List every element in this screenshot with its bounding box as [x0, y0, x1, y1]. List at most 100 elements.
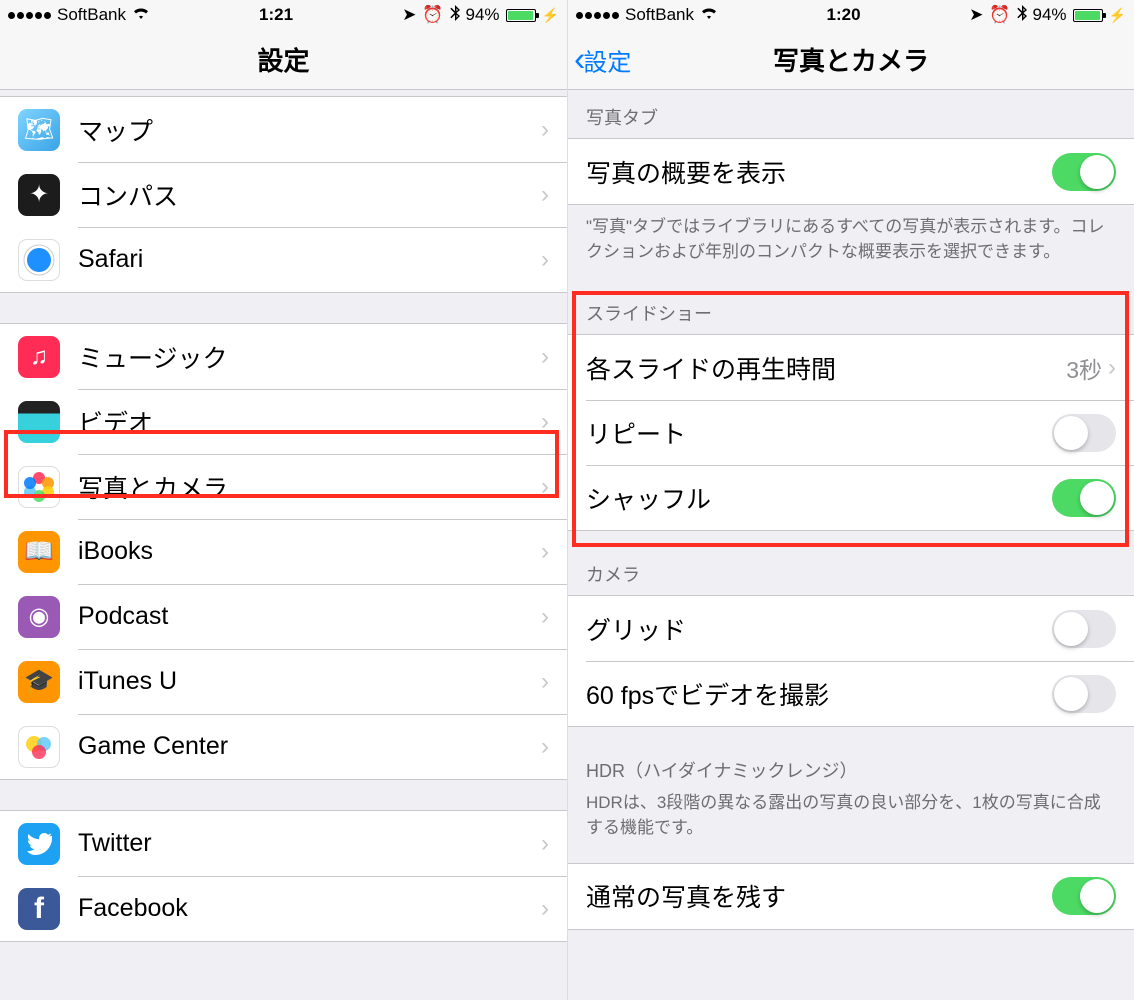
row-label: iBooks	[78, 537, 541, 566]
chevron-right-icon: ›	[541, 181, 549, 209]
toggle-keep-normal[interactable]	[1052, 877, 1116, 915]
settings-row-ibooks[interactable]: 📖 iBooks ›	[0, 519, 567, 584]
settings-screen: SoftBank 1:21 ➤ ⏰ 94% ⚡ 設定 🗺 マップ › ✦	[0, 0, 567, 1000]
section-header-slideshow: スライドショー	[568, 270, 1134, 334]
row-label: Podcast	[78, 602, 541, 631]
page-title: 写真とカメラ	[773, 41, 929, 78]
chevron-right-icon: ›	[541, 895, 549, 923]
chevron-right-icon: ›	[541, 343, 549, 371]
row-slide-duration[interactable]: 各スライドの再生時間 3秒 ›	[568, 335, 1134, 400]
row-label: グリッド	[586, 611, 1052, 647]
row-60fps[interactable]: 60 fpsでビデオを撮影	[568, 661, 1134, 726]
hdr-group: 通常の写真を残す	[568, 863, 1134, 930]
row-label: リピート	[586, 415, 1052, 451]
back-label: 設定	[583, 42, 631, 77]
row-label: Twitter	[78, 829, 541, 858]
chevron-right-icon: ›	[541, 538, 549, 566]
row-detail: 3秒	[1066, 351, 1102, 385]
maps-icon: 🗺	[18, 109, 60, 151]
back-button[interactable]: ‹ 設定	[574, 42, 631, 77]
facebook-icon: f	[18, 888, 60, 930]
row-label: コンパス	[78, 177, 541, 213]
settings-row-safari[interactable]: Safari ›	[0, 227, 567, 292]
row-label: 各スライドの再生時間	[586, 350, 1066, 386]
compass-icon: ✦	[18, 174, 60, 216]
toggle-repeat[interactable]	[1052, 414, 1116, 452]
row-label: マップ	[78, 112, 541, 148]
podcast-icon: ◉	[18, 596, 60, 638]
row-label: 写真の概要を表示	[586, 154, 1052, 190]
battery-icon	[506, 9, 536, 22]
location-icon: ➤	[402, 5, 416, 25]
chevron-right-icon: ›	[541, 473, 549, 501]
clock-label: 1:21	[259, 5, 293, 25]
settings-row-facebook[interactable]: f Facebook ›	[0, 876, 567, 941]
row-label: iTunes U	[78, 667, 541, 696]
wifi-icon	[132, 5, 150, 25]
section-footer-hdr: HDRは、3段階の異なる露出の写真の良い部分を、1枚の写真に合成する機能です。	[568, 791, 1134, 846]
toggle-photo-summary[interactable]	[1052, 153, 1116, 191]
row-label: 写真とカメラ	[78, 469, 541, 505]
settings-row-itunesu[interactable]: 🎓 iTunes U ›	[0, 649, 567, 714]
bluetooth-icon	[450, 5, 460, 26]
charging-icon: ⚡	[542, 7, 559, 24]
settings-row-music[interactable]: ♫ ミュージック ›	[0, 324, 567, 389]
row-shuffle[interactable]: シャッフル	[568, 465, 1134, 530]
video-icon	[18, 401, 60, 443]
chevron-right-icon: ›	[541, 116, 549, 144]
photo-tab-group: 写真の概要を表示	[568, 138, 1134, 205]
settings-row-twitter[interactable]: Twitter ›	[0, 811, 567, 876]
twitter-icon	[18, 823, 60, 865]
section-footer-photo-tab: "写真"タブではライブラリにあるすべての写真が表示されます。コレクションおよび年…	[568, 205, 1134, 270]
alarm-icon: ⏰	[422, 5, 443, 25]
page-title: 設定	[257, 41, 309, 78]
chevron-right-icon: ›	[541, 733, 549, 761]
settings-row-compass[interactable]: ✦ コンパス ›	[0, 162, 567, 227]
toggle-60fps[interactable]	[1052, 675, 1116, 713]
settings-row-video[interactable]: ビデオ ›	[0, 389, 567, 454]
row-photo-summary[interactable]: 写真の概要を表示	[568, 139, 1134, 204]
row-grid[interactable]: グリッド	[568, 596, 1134, 661]
wifi-icon	[700, 5, 718, 25]
row-keep-normal[interactable]: 通常の写真を残す	[568, 864, 1134, 929]
signal-dots-icon	[8, 12, 51, 19]
row-label: 60 fpsでビデオを撮影	[586, 676, 1052, 712]
carrier-label: SoftBank	[625, 5, 694, 25]
section-header-hdr: HDR（ハイダイナミックレンジ）	[568, 727, 1134, 791]
status-bar: SoftBank 1:21 ➤ ⏰ 94% ⚡	[0, 0, 567, 30]
battery-percent: 94%	[1033, 5, 1067, 25]
settings-group-1: 🗺 マップ › ✦ コンパス › Safari ›	[0, 96, 567, 293]
row-label: Facebook	[78, 894, 541, 923]
row-repeat[interactable]: リピート	[568, 400, 1134, 465]
itunesu-icon: 🎓	[18, 661, 60, 703]
toggle-grid[interactable]	[1052, 610, 1116, 648]
settings-row-gamecenter[interactable]: Game Center ›	[0, 714, 567, 779]
section-header-camera: カメラ	[568, 531, 1134, 595]
nav-bar: 設定	[0, 30, 567, 90]
signal-dots-icon	[576, 12, 619, 19]
toggle-shuffle[interactable]	[1052, 479, 1116, 517]
battery-percent: 94%	[466, 5, 500, 25]
row-label: Safari	[78, 245, 541, 274]
chevron-right-icon: ›	[541, 830, 549, 858]
chevron-right-icon: ›	[541, 246, 549, 274]
settings-row-maps[interactable]: 🗺 マップ ›	[0, 97, 567, 162]
gamecenter-icon	[18, 726, 60, 768]
chevron-right-icon: ›	[541, 668, 549, 696]
location-icon: ➤	[969, 5, 983, 25]
settings-row-photos-camera[interactable]: 写真とカメラ ›	[0, 454, 567, 519]
row-label: ミュージック	[78, 339, 541, 375]
safari-icon	[18, 239, 60, 281]
chevron-right-icon: ›	[541, 603, 549, 631]
row-label: ビデオ	[78, 404, 541, 440]
camera-group: グリッド 60 fpsでビデオを撮影	[568, 595, 1134, 727]
row-label: 通常の写真を残す	[586, 878, 1052, 914]
chevron-right-icon: ›	[1108, 354, 1116, 382]
photos-icon	[18, 466, 60, 508]
settings-group-3: Twitter › f Facebook ›	[0, 810, 567, 942]
settings-group-2: ♫ ミュージック › ビデオ › 写真とカメラ ›	[0, 323, 567, 780]
row-label: シャッフル	[586, 480, 1052, 516]
settings-row-podcast[interactable]: ◉ Podcast ›	[0, 584, 567, 649]
ibooks-icon: 📖	[18, 531, 60, 573]
photos-camera-screen: SoftBank 1:20 ➤ ⏰ 94% ⚡ ‹ 設定 写真とカメラ 写真タブ…	[567, 0, 1134, 1000]
